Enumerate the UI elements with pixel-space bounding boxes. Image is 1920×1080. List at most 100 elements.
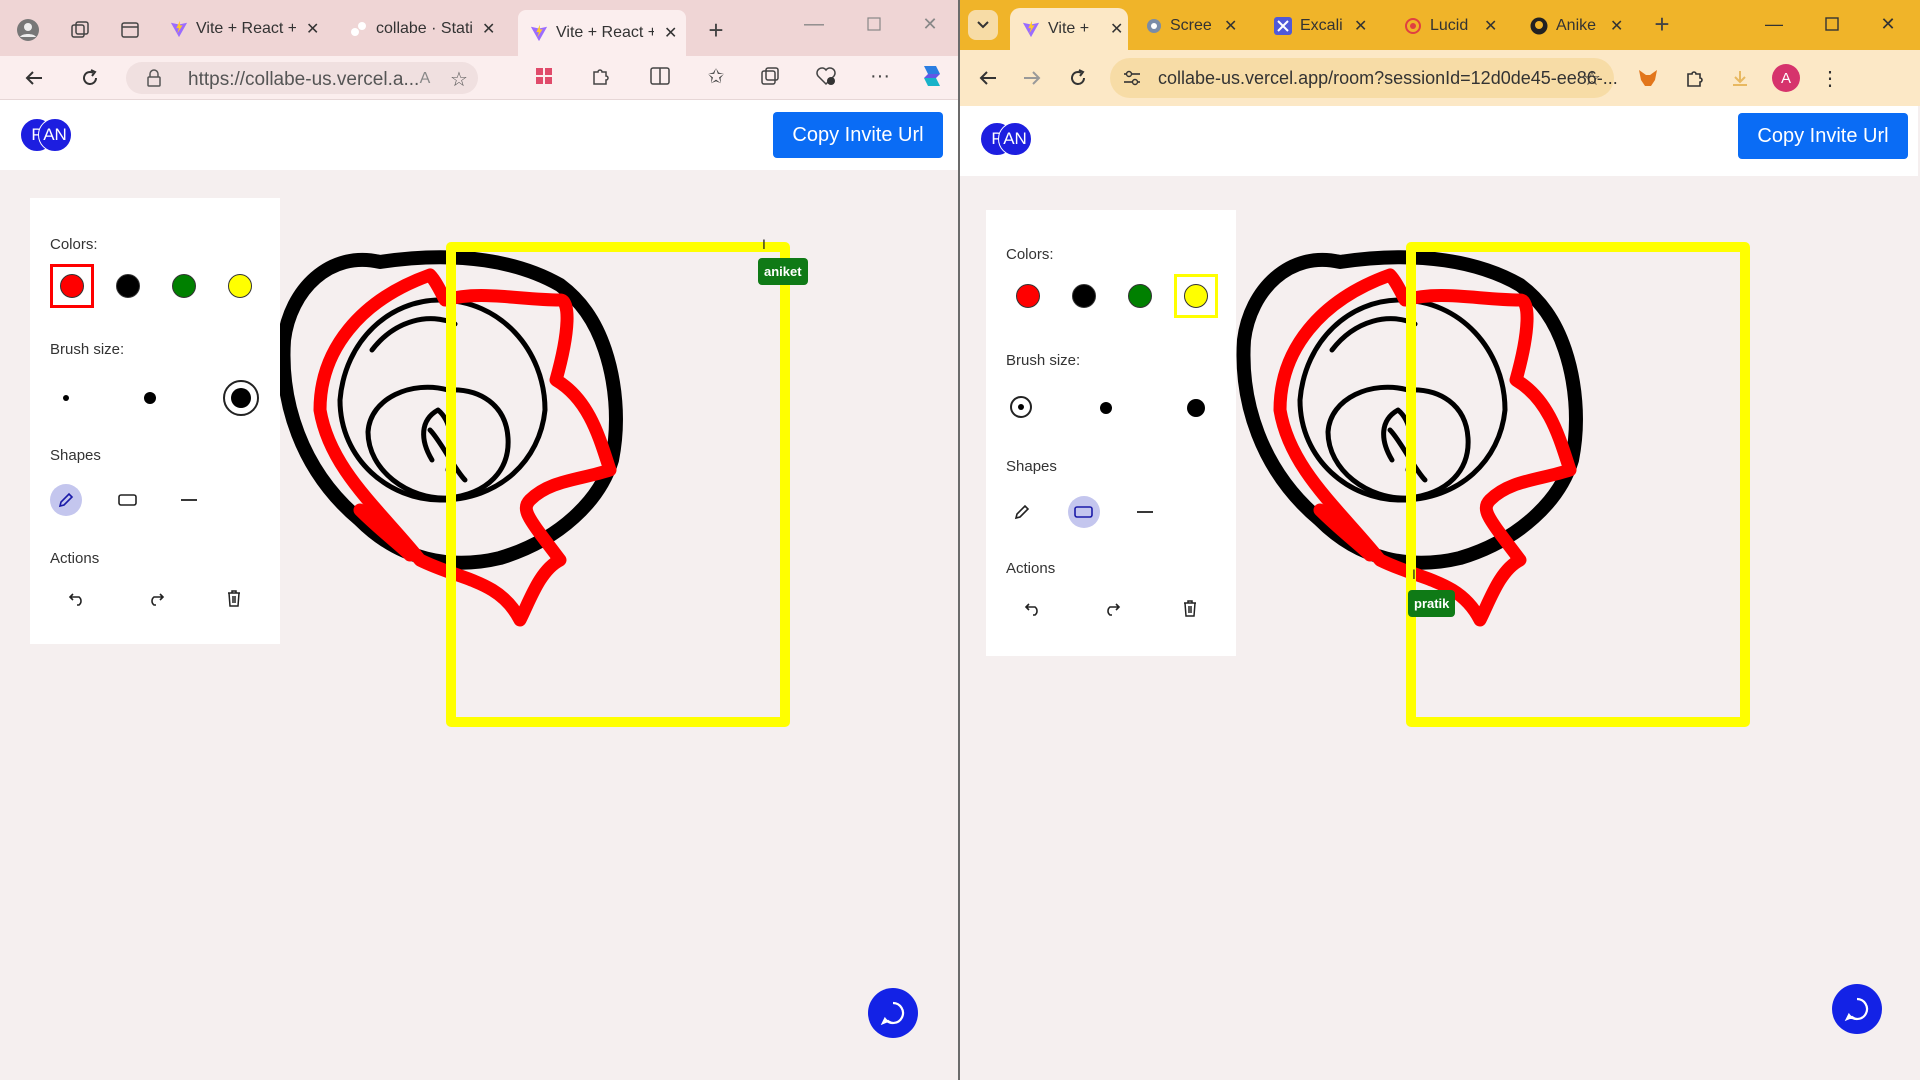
tab-title: collabe · Stati bbox=[376, 20, 472, 37]
vertical-tabs-icon[interactable] bbox=[116, 16, 144, 44]
copy-invite-url-button[interactable]: Copy Invite Url bbox=[773, 112, 943, 158]
color-swatch-black[interactable] bbox=[1072, 284, 1096, 308]
chat-button[interactable] bbox=[868, 988, 918, 1038]
pencil-tool-button[interactable] bbox=[1006, 496, 1038, 528]
brush-size-medium[interactable] bbox=[1100, 402, 1112, 414]
maximize-icon[interactable] bbox=[1818, 10, 1846, 38]
remote-user-cursor-tag: pratik bbox=[1408, 590, 1456, 617]
brush-size-large[interactable] bbox=[1187, 399, 1205, 417]
line-tool-button[interactable] bbox=[1129, 496, 1161, 528]
read-aloud-icon[interactable]: A bbox=[414, 68, 436, 90]
brush-size-medium[interactable] bbox=[144, 392, 156, 404]
brush-size-label: Brush size: bbox=[50, 341, 125, 358]
more-menu-icon[interactable]: ⋮ bbox=[1816, 64, 1844, 92]
address-bar[interactable]: https://collabe-us.vercel.a... A ☆ bbox=[126, 62, 478, 94]
close-icon[interactable]: ✕ bbox=[1610, 16, 1623, 36]
text-cursor-icon: I bbox=[1412, 566, 1416, 582]
split-screen-icon[interactable] bbox=[646, 62, 674, 90]
color-swatch-green[interactable] bbox=[172, 274, 196, 298]
download-icon[interactable] bbox=[1726, 64, 1754, 92]
close-icon[interactable]: ✕ bbox=[1110, 19, 1123, 39]
brush-size-label: Brush size: bbox=[1006, 352, 1081, 369]
close-icon[interactable]: ✕ bbox=[306, 19, 319, 39]
avatar: AN bbox=[998, 122, 1032, 156]
edge-tab-2[interactable]: collabe · Stati ✕ bbox=[350, 9, 514, 49]
new-tab-icon[interactable]: + bbox=[1648, 9, 1676, 39]
color-swatch-red[interactable] bbox=[1016, 284, 1040, 308]
redo-button[interactable] bbox=[1098, 594, 1126, 622]
chrome-tab-1-active[interactable]: Vite + ✕ bbox=[1010, 8, 1128, 50]
close-window-icon[interactable]: ✕ bbox=[916, 10, 944, 38]
brush-size-large-selected[interactable] bbox=[223, 380, 259, 416]
copy-invite-url-button[interactable]: Copy Invite Url bbox=[1738, 113, 1908, 159]
profile-avatar[interactable]: A bbox=[1772, 64, 1800, 92]
browser-essentials-icon[interactable] bbox=[812, 62, 840, 90]
close-icon[interactable]: ✕ bbox=[1484, 16, 1497, 36]
edge-tab-bar: Vite + React + ✕ collabe · Stati ✕ Vite … bbox=[0, 0, 958, 56]
workspaces-icon[interactable] bbox=[66, 16, 94, 44]
brush-size-small[interactable] bbox=[63, 395, 69, 401]
colors-label: Colors: bbox=[1006, 246, 1054, 263]
close-icon[interactable]: ✕ bbox=[482, 19, 495, 39]
extension-icon[interactable] bbox=[530, 62, 558, 90]
rectangle-tool-button[interactable] bbox=[1068, 496, 1100, 528]
more-menu-icon[interactable]: ··· bbox=[866, 62, 894, 90]
edge-tab-3-active[interactable]: Vite + React + ✕ bbox=[518, 10, 686, 56]
close-icon[interactable]: ✕ bbox=[1354, 16, 1367, 36]
clear-button[interactable] bbox=[220, 584, 248, 612]
extensions-icon[interactable] bbox=[1680, 64, 1708, 92]
chrome-tab-5[interactable]: Anike ✕ bbox=[1530, 6, 1642, 46]
rectangle-tool-button[interactable] bbox=[112, 484, 144, 516]
minimize-icon[interactable]: — bbox=[800, 10, 828, 38]
refresh-icon[interactable] bbox=[76, 64, 104, 92]
undo-button[interactable] bbox=[1019, 594, 1047, 622]
metamask-icon[interactable] bbox=[1634, 64, 1662, 92]
redo-icon bbox=[1107, 603, 1121, 616]
color-swatch-green[interactable] bbox=[1128, 284, 1152, 308]
maximize-icon[interactable] bbox=[860, 10, 888, 38]
address-bar[interactable]: collabe-us.vercel.app/room?sessionId=12d… bbox=[1110, 58, 1618, 98]
collabe-icon bbox=[351, 22, 366, 36]
lock-icon[interactable] bbox=[144, 68, 164, 88]
close-icon[interactable]: ✕ bbox=[1224, 16, 1237, 36]
profile-icon[interactable] bbox=[14, 16, 42, 44]
chrome-tab-2[interactable]: Scree ✕ bbox=[1146, 6, 1262, 46]
back-icon[interactable] bbox=[974, 64, 1002, 92]
refresh-icon[interactable] bbox=[1064, 64, 1092, 92]
line-tool-button[interactable] bbox=[173, 484, 205, 516]
close-window-icon[interactable]: ✕ bbox=[1874, 10, 1902, 38]
tab-title: Lucid bbox=[1430, 17, 1469, 34]
chrome-tab-4[interactable]: Lucid ✕ bbox=[1404, 6, 1516, 46]
edge-browser-window: Vite + React + ✕ collabe · Stati ✕ Vite … bbox=[0, 0, 960, 1080]
site-info-icon[interactable] bbox=[1122, 68, 1142, 88]
brush-size-small-selected[interactable] bbox=[1010, 396, 1032, 418]
close-icon[interactable]: ✕ bbox=[664, 23, 677, 43]
back-icon[interactable] bbox=[20, 64, 48, 92]
color-swatch-yellow[interactable] bbox=[228, 274, 252, 298]
minimize-icon[interactable]: — bbox=[1760, 10, 1788, 38]
copilot-icon[interactable] bbox=[916, 60, 948, 92]
favorites-icon[interactable]: ✩ bbox=[702, 62, 730, 90]
line-icon bbox=[181, 499, 197, 501]
favorite-star-icon[interactable]: ☆ bbox=[448, 68, 470, 91]
toolbox-panel: Colors: Brush size: Shapes Actions bbox=[986, 210, 1236, 656]
new-tab-icon[interactable]: + bbox=[702, 15, 730, 45]
chat-button[interactable] bbox=[1832, 984, 1882, 1034]
tab-search-icon[interactable] bbox=[968, 10, 998, 40]
bookmark-star-icon[interactable]: ☆ bbox=[1580, 66, 1604, 90]
redo-button[interactable] bbox=[142, 584, 170, 612]
chrome-tab-3[interactable]: Excali ✕ bbox=[1274, 6, 1386, 46]
color-swatch-black[interactable] bbox=[116, 274, 140, 298]
undo-button[interactable] bbox=[63, 584, 91, 612]
clear-button[interactable] bbox=[1176, 594, 1204, 622]
edge-tab-1[interactable]: Vite + React + ✕ bbox=[170, 9, 338, 49]
pencil-tool-button[interactable] bbox=[50, 484, 82, 516]
chrome-toolbar: collabe-us.vercel.app/room?sessionId=12d… bbox=[960, 50, 1920, 106]
collections-icon[interactable] bbox=[756, 62, 784, 90]
forward-icon[interactable] bbox=[1018, 64, 1046, 92]
undo-icon bbox=[1024, 603, 1038, 616]
color-swatch-yellow[interactable] bbox=[1184, 284, 1208, 308]
puzzle-icon[interactable] bbox=[586, 62, 614, 90]
tab-title: Vite + bbox=[1048, 20, 1090, 37]
color-swatch-red[interactable] bbox=[60, 274, 84, 298]
